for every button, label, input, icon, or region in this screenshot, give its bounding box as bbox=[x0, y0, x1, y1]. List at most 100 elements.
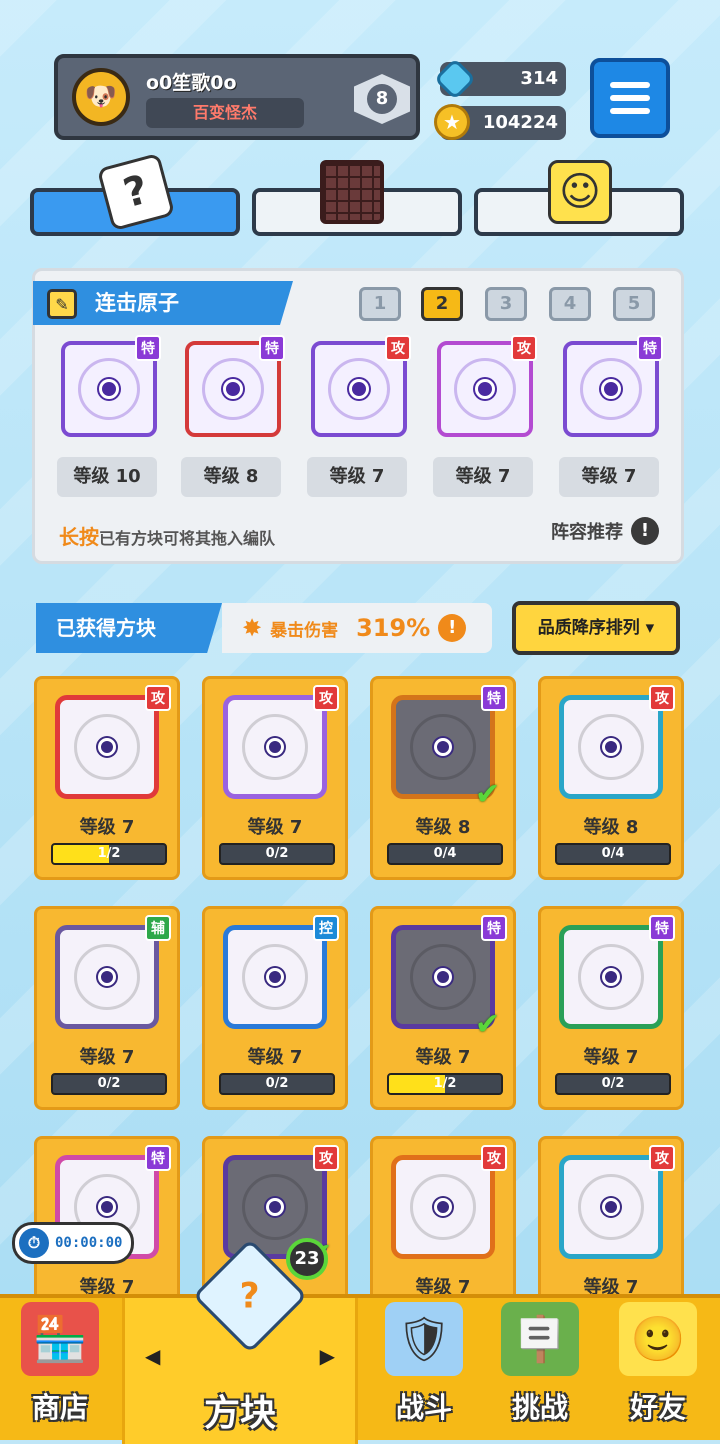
block-art bbox=[391, 1155, 495, 1259]
atom-level-label: 等级 7 bbox=[433, 457, 533, 497]
block-card[interactable]: 特等级 7 0/2 bbox=[538, 906, 684, 1110]
block-level-label: 等级 8 bbox=[583, 817, 639, 838]
coin-value: 104224 bbox=[482, 112, 558, 133]
hint-highlight: 长按 bbox=[59, 525, 99, 549]
player-name: o0笙歌0o bbox=[146, 72, 237, 94]
type-tag: 攻 bbox=[649, 685, 675, 711]
block-card[interactable]: 特 ✔ 等级 7 1/2 bbox=[370, 906, 516, 1110]
block-level-label: 等级 7 bbox=[79, 817, 135, 838]
atom-ring bbox=[328, 358, 390, 420]
crit-label: 暴击伤害 bbox=[270, 620, 339, 641]
avatar[interactable]: 🐶 bbox=[72, 68, 130, 126]
atom-ring bbox=[454, 358, 516, 420]
nav-shop[interactable]: 🏪 商店 bbox=[0, 1298, 120, 1444]
type-tag: 特 bbox=[145, 1145, 171, 1171]
sort-quality-button[interactable]: 品质降序排列 ▾ bbox=[512, 601, 680, 655]
upgrade-progress-bar: 0/2 bbox=[51, 1073, 167, 1095]
atom-ring bbox=[242, 944, 308, 1010]
page-tab-2[interactable]: 2 bbox=[421, 287, 463, 321]
arrow-left-icon[interactable]: ◀ bbox=[145, 1344, 160, 1368]
atom-ring bbox=[242, 714, 308, 780]
nav-challenge[interactable]: 🪧 挑战 bbox=[480, 1298, 600, 1444]
atom-ring bbox=[410, 1174, 476, 1240]
block-card[interactable]: 特 ✔ 等级 8 0/4 bbox=[370, 676, 516, 880]
block-level-label: 等级 8 bbox=[415, 817, 471, 838]
type-tag: 攻 bbox=[649, 1145, 675, 1171]
type-tag: 攻 bbox=[511, 335, 537, 361]
arrow-right-icon[interactable]: ▶ bbox=[320, 1344, 335, 1368]
atom-ring bbox=[202, 358, 264, 420]
tab-skins[interactable]: ☺ bbox=[474, 160, 684, 236]
block-art bbox=[223, 695, 327, 799]
rank-badge[interactable]: 8 bbox=[354, 74, 410, 124]
block-card[interactable]: 攻等级 7 0/2 bbox=[202, 676, 348, 880]
combo-atom-slot[interactable]: 特 bbox=[185, 335, 285, 437]
equipped-check-icon: ✔ bbox=[475, 1007, 501, 1042]
page-tab-4[interactable]: 4 bbox=[549, 287, 591, 321]
tab-board[interactable] bbox=[252, 160, 462, 236]
timer-bubble[interactable]: ⏱ 00:00:00 bbox=[12, 1222, 134, 1264]
atom-ring bbox=[78, 358, 140, 420]
combo-atom-slot[interactable]: 攻 bbox=[437, 335, 537, 437]
shield-sword-icon: 🛡 bbox=[385, 1302, 463, 1376]
info-icon: ! bbox=[438, 614, 467, 642]
page-tab-1[interactable]: 1 bbox=[359, 287, 401, 321]
block-art bbox=[559, 1155, 663, 1259]
type-tag: 攻 bbox=[385, 335, 411, 361]
coin-counter[interactable]: ★ 104224 bbox=[434, 104, 566, 140]
block-level-label: 等级 7 bbox=[583, 1047, 639, 1068]
atom-ring bbox=[74, 944, 140, 1010]
coin-icon: ★ bbox=[434, 104, 470, 140]
block-card[interactable]: 辅等级 7 0/2 bbox=[34, 906, 180, 1110]
combo-atom-slot[interactable]: 特 bbox=[61, 335, 161, 437]
block-art bbox=[55, 925, 159, 1029]
atom-level-label: 等级 10 bbox=[57, 457, 157, 497]
page-tab-5[interactable]: 5 bbox=[613, 287, 655, 321]
nav-friends[interactable]: 🙂 好友 bbox=[598, 1298, 718, 1444]
lineup-recommend-button[interactable]: 阵容推荐 ! bbox=[551, 517, 659, 545]
combo-atom-slot[interactable]: 攻 bbox=[311, 335, 411, 437]
atom-level-label: 等级 8 bbox=[181, 457, 281, 497]
block-art bbox=[559, 925, 663, 1029]
edit-icon[interactable]: ✎ bbox=[47, 289, 77, 319]
shop-icon: 🏪 bbox=[21, 1302, 99, 1376]
friend-block-icon: 🙂 bbox=[619, 1302, 697, 1376]
stopwatch-icon: ⏱ bbox=[19, 1228, 49, 1258]
type-tag: 特 bbox=[481, 685, 507, 711]
atom-ring bbox=[578, 944, 644, 1010]
nav-battle[interactable]: 🛡 战斗 bbox=[364, 1298, 484, 1444]
atom-ring bbox=[410, 714, 476, 780]
board-grid-icon bbox=[320, 160, 384, 224]
atom-ring bbox=[74, 714, 140, 780]
menu-icon-bar bbox=[610, 95, 650, 101]
menu-button[interactable] bbox=[590, 58, 670, 138]
atom-level-label: 等级 7 bbox=[307, 457, 407, 497]
combo-atoms-panel: 连击原子 ✎ 1 2 3 4 5 特 特 攻 攻 特 等级 10 等级 8 等级… bbox=[32, 268, 684, 564]
tab-random-blocks[interactable]: ? bbox=[30, 152, 240, 236]
block-card[interactable]: 攻等级 8 0/4 bbox=[538, 676, 684, 880]
smiley-block-icon: ☺ bbox=[548, 160, 612, 224]
block-card[interactable]: 控等级 7 0/2 bbox=[202, 906, 348, 1110]
blocks-count-badge: 23 bbox=[286, 1238, 328, 1280]
recommend-label: 阵容推荐 bbox=[551, 522, 623, 543]
block-card[interactable]: 攻等级 7 1/2 bbox=[34, 676, 180, 880]
info-icon: ! bbox=[631, 517, 659, 545]
block-art bbox=[559, 695, 663, 799]
upgrade-progress-bar: 0/2 bbox=[219, 843, 335, 865]
combo-atom-slot[interactable]: 特 bbox=[563, 335, 663, 437]
player-profile-panel[interactable]: 🐶 o0笙歌0o 百变怪杰 8 bbox=[54, 54, 420, 140]
gem-value: 314 bbox=[520, 68, 558, 89]
gem-counter[interactable]: 314 bbox=[433, 57, 566, 101]
equipped-check-icon: ✔ bbox=[475, 777, 501, 812]
atom-level-label: 等级 7 bbox=[559, 457, 659, 497]
crit-damage-box[interactable]: ✸ 暴击伤害 319% ! bbox=[222, 603, 492, 653]
atom-ring bbox=[242, 1174, 308, 1240]
atom-ring bbox=[410, 944, 476, 1010]
atom-ring bbox=[578, 714, 644, 780]
block-art bbox=[223, 925, 327, 1029]
page-tab-3[interactable]: 3 bbox=[485, 287, 527, 321]
type-tag: 特 bbox=[481, 915, 507, 941]
progress-text: 0/4 bbox=[433, 846, 457, 861]
upgrade-progress-bar: 0/4 bbox=[387, 843, 503, 865]
type-tag: 辅 bbox=[145, 915, 171, 941]
